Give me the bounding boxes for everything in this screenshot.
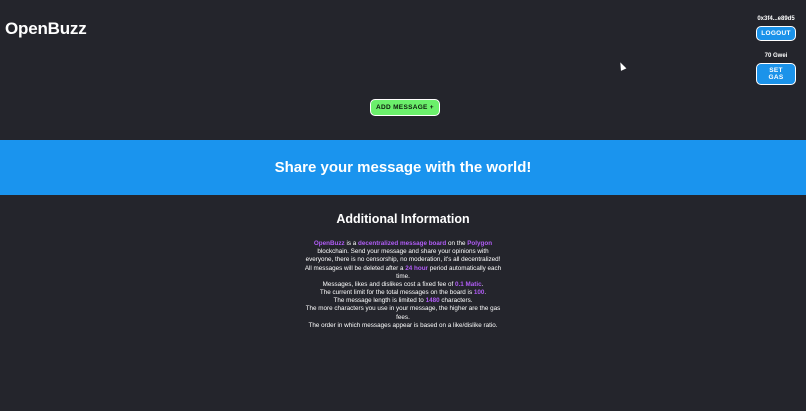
text: .: [481, 280, 484, 288]
logout-button[interactable]: LOGOUT: [756, 26, 796, 41]
gas-price: 70 Gwei: [764, 53, 788, 59]
text: .: [484, 289, 487, 297]
info-paragraph: Messages, likes and dislikes cost a fixe…: [303, 281, 503, 289]
hero-text: Share your message with the world!: [274, 159, 532, 176]
highlight-text: decentralized message board: [358, 240, 447, 247]
highlight-text: OpenBuzz: [313, 240, 345, 247]
info-paragraph: OpenBuzz is a decentralized message boar…: [303, 240, 503, 265]
highlight-text: 0.1 Matic: [454, 280, 482, 288]
hero-banner: Share your message with the world!: [0, 140, 806, 195]
text: on the: [446, 240, 468, 247]
highlight-text: 24 hour: [405, 264, 429, 272]
mouse-cursor-icon: [617, 61, 627, 71]
info-paragraph: The message length is limited to 1480 ch…: [303, 297, 503, 305]
info-paragraph: The more characters you use in your mess…: [305, 305, 501, 321]
text: characters.: [439, 297, 473, 305]
additional-info-section: Additional Information OpenBuzz is a dec…: [0, 212, 806, 330]
text: Messages, likes and dislikes cost a fixe…: [322, 280, 455, 288]
wallet-address: 0x3f4...e89d5: [757, 16, 795, 22]
text: The current limit for the total messages…: [319, 289, 474, 297]
highlight-text: 100: [473, 289, 485, 297]
text: The message length is limited to: [333, 297, 426, 305]
highlight-text: Polygon: [467, 240, 493, 247]
highlight-text: 1480: [425, 297, 440, 305]
account-panel: 0x3f4...e89d5 LOGOUT 70 Gwei SET GAS: [756, 16, 796, 85]
info-paragraph: All messages will be deleted after a 24 …: [303, 265, 503, 281]
info-paragraph: The order in which messages appear is ba…: [308, 321, 498, 329]
text: blockchain. Send your message and share …: [305, 248, 501, 264]
app-logo[interactable]: OpenBuzz: [5, 19, 87, 39]
set-gas-button[interactable]: SET GAS: [756, 63, 796, 85]
text: is a: [344, 240, 359, 247]
add-message-button[interactable]: ADD MESSAGE +: [370, 99, 440, 116]
info-paragraph: The current limit for the total messages…: [303, 289, 503, 297]
info-title: Additional Information: [336, 212, 470, 226]
text: All messages will be deleted after a: [304, 264, 406, 272]
